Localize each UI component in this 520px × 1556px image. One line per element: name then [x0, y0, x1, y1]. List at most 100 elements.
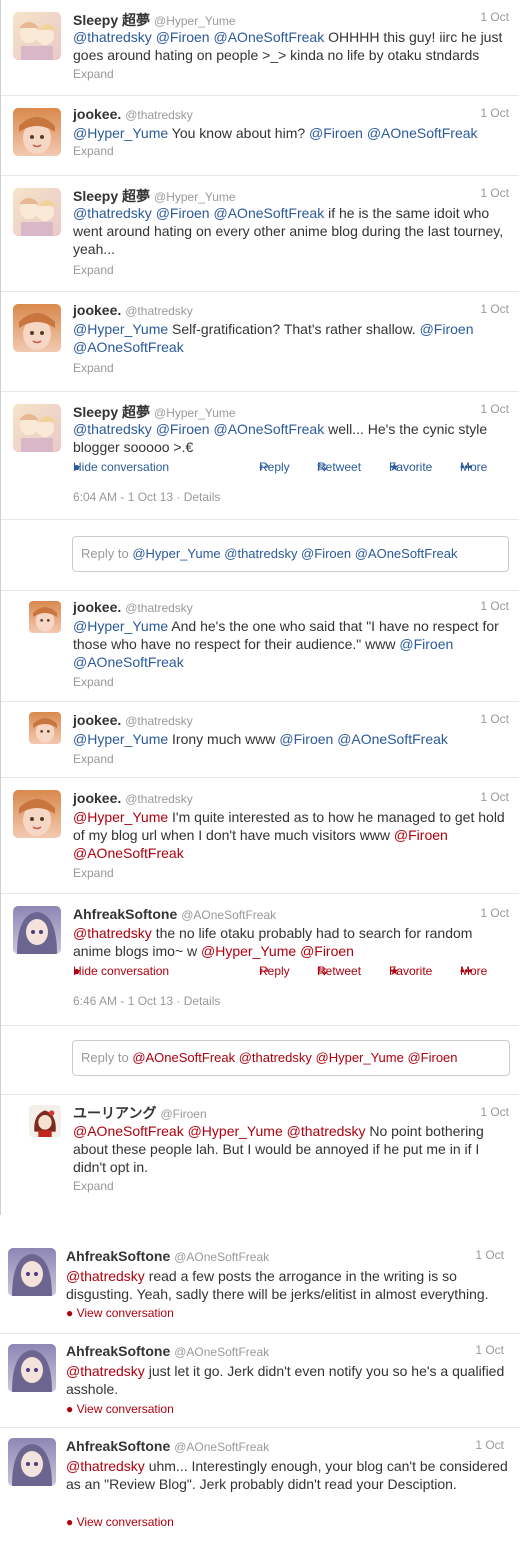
author-handle[interactable]: @Hyper_Yume: [154, 14, 236, 28]
tweet[interactable]: jookee. @thatredsky 1 Oct @Hyper_Yume You…: [1, 96, 519, 176]
author-name[interactable]: Sleepy 超夢 @Hyper_Yume: [73, 186, 236, 206]
timestamp[interactable]: 1 Oct: [480, 712, 509, 726]
expand-link[interactable]: Expand: [73, 361, 114, 375]
expand-link[interactable]: Expand: [73, 67, 114, 81]
timestamp[interactable]: 1 Oct: [475, 1248, 504, 1262]
tweet[interactable]: jookee. @thatredsky 1 Oct @Hyper_Yume Sel…: [1, 292, 519, 392]
author-name[interactable]: AhfreakSoftone @AOneSoftFreak: [73, 906, 276, 922]
author-name[interactable]: AhfreakSoftone @AOneSoftFreak: [66, 1248, 269, 1264]
mention-link[interactable]: @Hyper_Yume: [188, 1123, 283, 1139]
author-handle[interactable]: @AOneSoftFreak: [174, 1440, 269, 1454]
timestamp[interactable]: 1 Oct: [475, 1343, 504, 1357]
mention-link[interactable]: @AOneSoftFreak: [73, 1123, 184, 1139]
mention-link[interactable]: @thatredsky: [287, 1123, 366, 1139]
author-name[interactable]: Sleepy 超夢 @Hyper_Yume: [73, 10, 236, 30]
mention-link[interactable]: @AOneSoftFreak: [367, 125, 478, 141]
author-name[interactable]: jookee. @thatredsky: [73, 302, 193, 318]
timestamp[interactable]: 1 Oct: [480, 790, 509, 804]
tweet[interactable]: jookee. @thatredsky 1 Oct @Hyper_Yume And…: [1, 590, 519, 702]
author-handle[interactable]: @thatredsky: [125, 714, 193, 728]
timestamp[interactable]: 1 Oct: [480, 599, 509, 613]
author-name[interactable]: AhfreakSoftone @AOneSoftFreak: [66, 1343, 269, 1359]
mention-link[interactable]: @Hyper_Yume: [73, 731, 168, 747]
tweet[interactable]: AhfreakSoftone @AOneSoftFreak 1 Oct @that…: [0, 1428, 520, 1556]
author-handle[interactable]: @Hyper_Yume: [154, 190, 236, 204]
mention-link[interactable]: @AOneSoftFreak: [73, 654, 184, 670]
avatar[interactable]: [29, 601, 61, 633]
mention-link[interactable]: @thatredsky: [73, 925, 152, 941]
mention-link[interactable]: @Hyper_Yume: [73, 618, 168, 634]
mention-link[interactable]: @AOneSoftFreak: [73, 845, 184, 861]
author-name[interactable]: jookee. @thatredsky: [73, 599, 193, 615]
view-conversation-link[interactable]: ● View conversation: [66, 1515, 174, 1529]
view-conversation-link[interactable]: ● View conversation: [66, 1306, 174, 1320]
reply-input[interactable]: Reply to @Hyper_Yume @thatredsky @Firoen…: [72, 536, 509, 572]
author-handle[interactable]: @Hyper_Yume: [154, 406, 236, 420]
author-handle[interactable]: @AOneSoftFreak: [174, 1250, 269, 1264]
mention-link[interactable]: @Firoen: [156, 421, 210, 437]
author-name[interactable]: ユーリアング @Firoen: [73, 1103, 207, 1123]
timestamp[interactable]: 1 Oct: [480, 302, 509, 316]
author-handle[interactable]: @thatredsky: [125, 792, 193, 806]
avatar[interactable]: [29, 712, 61, 744]
author-handle[interactable]: @Firoen: [160, 1107, 206, 1121]
avatar[interactable]: [13, 790, 61, 838]
mention-link[interactable]: @Firoen: [156, 29, 210, 45]
timestamp[interactable]: 1 Oct: [475, 1438, 504, 1452]
author-handle[interactable]: @AOneSoftFreak: [174, 1345, 269, 1359]
avatar[interactable]: [13, 12, 61, 60]
tweet[interactable]: AhfreakSoftone @AOneSoftFreak 1 Oct @that…: [0, 1334, 520, 1428]
reply-input[interactable]: Reply to @AOneSoftFreak @thatredsky @Hyp…: [72, 1040, 510, 1076]
timestamp[interactable]: 1 Oct: [480, 106, 509, 120]
avatar[interactable]: [8, 1344, 56, 1392]
tweet[interactable]: jookee. @thatredsky 1 Oct @Hyper_Yume I'm…: [1, 778, 519, 894]
avatar[interactable]: [29, 1105, 61, 1137]
mention-link[interactable]: @Firoen: [300, 943, 354, 959]
timestamp[interactable]: 1 Oct: [480, 10, 509, 24]
avatar[interactable]: [13, 108, 61, 156]
expand-link[interactable]: Expand: [73, 1179, 114, 1193]
expand-link[interactable]: Expand: [73, 144, 114, 158]
mention-link[interactable]: @thatredsky: [66, 1363, 145, 1379]
tweet-expanded[interactable]: AhfreakSoftone @AOneSoftFreak 1 Oct @that…: [1, 894, 519, 1026]
tweet[interactable]: AhfreakSoftone @AOneSoftFreak 1 Oct @that…: [0, 1240, 520, 1334]
timestamp[interactable]: 1 Oct: [480, 906, 509, 920]
mention-link[interactable]: @thatredsky: [66, 1268, 145, 1284]
timestamp[interactable]: 1 Oct: [480, 1105, 509, 1119]
mention-link[interactable]: @Firoen: [309, 125, 363, 141]
mention-link[interactable]: @AOneSoftFreak: [73, 339, 184, 355]
tweet-details[interactable]: 6:46 AM - 1 Oct 13 · Details: [73, 994, 220, 1008]
avatar[interactable]: [8, 1438, 56, 1486]
tweet[interactable]: ユーリアング @Firoen 1 Oct @AOneSoftFreak @Hype…: [1, 1094, 519, 1209]
mention-link[interactable]: @Hyper_Yume: [201, 943, 296, 959]
mention-link[interactable]: @Hyper_Yume: [73, 321, 168, 337]
timestamp[interactable]: 1 Oct: [480, 186, 509, 200]
mention-link[interactable]: @Firoen: [399, 636, 453, 652]
tweet-details[interactable]: 6:04 AM - 1 Oct 13 · Details: [73, 490, 220, 504]
mention-link[interactable]: @Firoen: [394, 827, 448, 843]
mention-link[interactable]: @thatredsky: [66, 1458, 145, 1474]
mention-link[interactable]: @Firoen: [420, 321, 474, 337]
author-name[interactable]: jookee. @thatredsky: [73, 712, 193, 728]
author-handle[interactable]: @thatredsky: [125, 304, 193, 318]
author-name[interactable]: jookee. @thatredsky: [73, 106, 193, 122]
expand-link[interactable]: Expand: [73, 675, 114, 689]
expand-link[interactable]: Expand: [73, 263, 114, 277]
mention-link[interactable]: @AOneSoftFreak: [214, 29, 325, 45]
mention-link[interactable]: @AOneSoftFreak: [214, 205, 325, 221]
mention-link[interactable]: @thatredsky: [73, 205, 152, 221]
mention-link[interactable]: @AOneSoftFreak: [337, 731, 448, 747]
timestamp[interactable]: 1 Oct: [480, 402, 509, 416]
avatar[interactable]: [13, 304, 61, 352]
mention-link[interactable]: @Firoen: [156, 205, 210, 221]
author-handle[interactable]: @thatredsky: [125, 601, 193, 615]
view-conversation-link[interactable]: ● View conversation: [66, 1402, 174, 1416]
tweet[interactable]: Sleepy 超夢 @Hyper_Yume 1 Oct @thatredsky @…: [1, 176, 519, 292]
avatar[interactable]: [13, 906, 61, 954]
mention-link[interactable]: @thatredsky: [73, 421, 152, 437]
author-name[interactable]: jookee. @thatredsky: [73, 790, 193, 806]
avatar[interactable]: [13, 188, 61, 236]
author-handle[interactable]: @thatredsky: [125, 108, 193, 122]
mention-link[interactable]: @Hyper_Yume: [73, 809, 168, 825]
expand-link[interactable]: Expand: [73, 752, 114, 766]
